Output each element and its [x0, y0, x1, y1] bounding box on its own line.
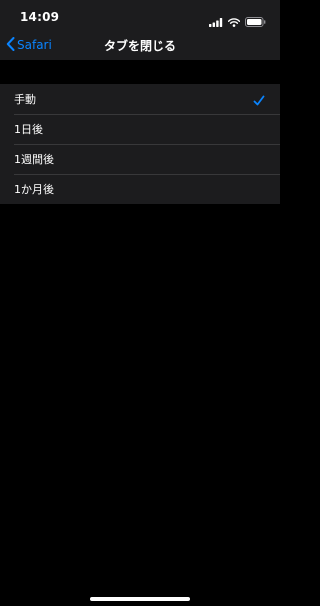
option-label: 手動: [14, 93, 36, 106]
option-after-one-week[interactable]: 1週間後: [0, 144, 280, 174]
option-label: 1か月後: [14, 183, 54, 196]
status-time: 14:09: [20, 10, 60, 24]
page-title: タブを閉じる: [103, 39, 176, 53]
wifi-icon: [227, 12, 241, 31]
signal-icon: [209, 12, 223, 31]
option-label: 1週間後: [14, 153, 54, 166]
option-manual[interactable]: 手動: [0, 84, 280, 114]
option-label: 1日後: [14, 123, 43, 136]
battery-icon: [245, 12, 266, 31]
close-tabs-option-list: 手動 1日後 1週間後 1か月後: [0, 84, 280, 204]
option-after-one-month[interactable]: 1か月後: [0, 174, 280, 204]
status-icons: [209, 12, 266, 31]
status-bar: 14:09: [0, 0, 280, 34]
checkmark-icon: [253, 92, 265, 111]
option-after-one-day[interactable]: 1日後: [0, 114, 280, 144]
navigation-bar: Safari タブを閉じる: [0, 34, 280, 60]
home-indicator[interactable]: [90, 597, 190, 601]
